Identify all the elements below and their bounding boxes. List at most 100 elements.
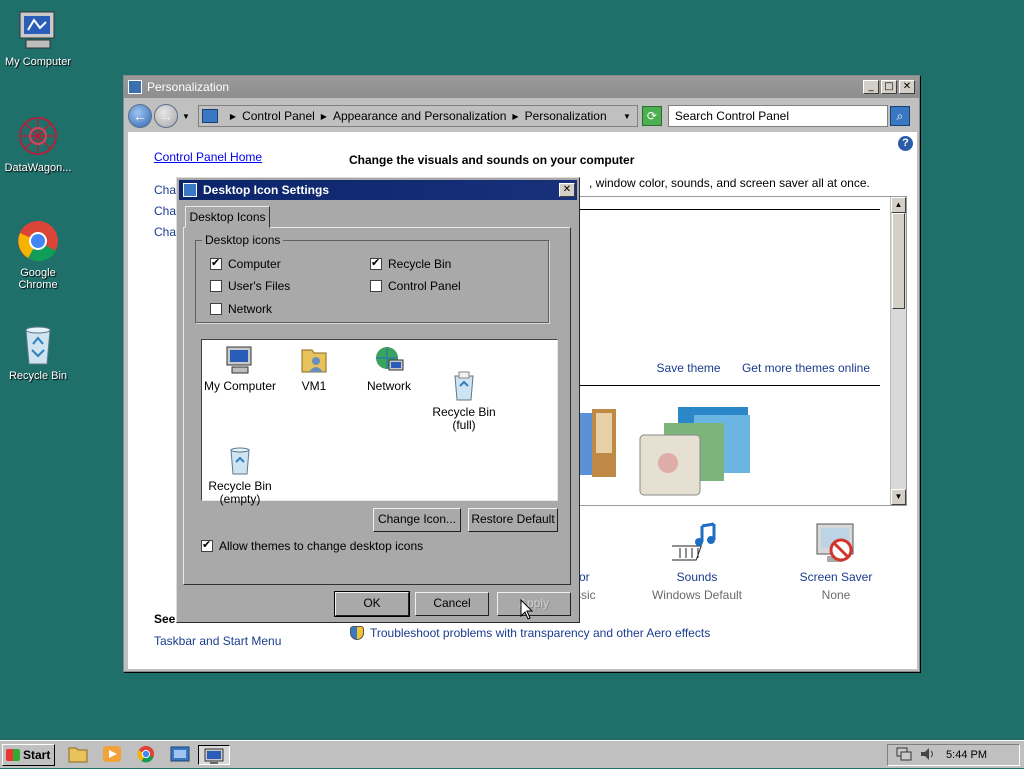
checkbox-allow-themes[interactable]: Allow themes to change desktop icons (201, 538, 424, 553)
datawagon-icon (16, 114, 60, 158)
checkbox-box[interactable] (201, 538, 213, 552)
chevron-right-icon[interactable]: ▶ (321, 112, 327, 121)
refresh-button[interactable]: ⟳ (641, 106, 662, 126)
theme-thumbnail[interactable] (578, 407, 618, 483)
item-name: Sounds (676, 570, 718, 584)
folder-icon (68, 747, 88, 763)
desktop-icon-label: DataWagon... (4, 162, 72, 174)
scroll-up-icon[interactable]: ▲ (891, 197, 906, 213)
troubleshoot-link[interactable]: Troubleshoot problems with transparency … (370, 626, 710, 640)
taskbar-start-menu-link[interactable]: Taskbar and Start Menu (154, 634, 281, 648)
checkbox-box[interactable] (370, 280, 382, 292)
dialog-close-button[interactable]: ✕ (559, 183, 575, 197)
close-button[interactable]: ✕ (899, 80, 915, 94)
search-button[interactable]: ⌕ (889, 106, 910, 126)
checkbox-label: Allow themes to change desktop icons (219, 539, 424, 553)
scroll-down-icon[interactable]: ▼ (891, 489, 906, 505)
window-titlebar[interactable]: Personalization _ □ ✕ (124, 76, 919, 98)
network-tray-icon[interactable] (896, 747, 912, 764)
checkbox-box[interactable] (370, 256, 382, 270)
mouse-cursor-icon (520, 599, 534, 620)
checkbox-label: Control Panel (388, 279, 461, 293)
computer-icon (16, 8, 60, 52)
list-item-label: My Computer (203, 379, 277, 393)
recycle-bin-full-icon (448, 357, 480, 401)
chevron-right-icon[interactable]: ▶ (230, 112, 236, 121)
desktop-icon-list[interactable]: My Computer VM1 Network Recycle Bin (ful… (201, 339, 558, 506)
item-value: Windows Default (651, 588, 743, 602)
search-input[interactable]: Search Control Panel (667, 105, 888, 127)
theme-thumbnail-selected[interactable] (638, 407, 758, 499)
checkbox-recycle-bin[interactable]: Recycle Bin (370, 256, 451, 271)
theme-scrollbar[interactable]: ▲ ▼ (890, 197, 906, 505)
desktop-icon-google-chrome[interactable]: Google Chrome (0, 219, 76, 291)
change-icon-button[interactable]: Change Icon... (373, 508, 461, 532)
checkbox-computer[interactable]: Computer (210, 256, 281, 271)
list-item-recycle-bin-full[interactable]: Recycle Bin (full) (426, 344, 502, 432)
chrome-taskbar-button[interactable] (136, 745, 158, 765)
desktop-icon-datawagon[interactable]: DataWagon... (0, 114, 76, 174)
address-dropdown-icon[interactable]: ▼ (623, 112, 631, 121)
breadcrumb-personalization[interactable]: Personalization (525, 109, 607, 123)
list-item-label: VM1 (301, 379, 327, 393)
recycle-bin-empty-icon (224, 431, 256, 475)
restore-default-button[interactable]: Restore Default (468, 508, 558, 532)
control-panel-taskbar-button[interactable] (170, 745, 192, 765)
volume-icon[interactable] (920, 747, 936, 764)
explorer-quicklaunch-button[interactable] (68, 745, 90, 765)
apply-button[interactable]: Apply (497, 592, 571, 616)
sounds-item[interactable]: Sounds Windows Default (642, 522, 752, 602)
address-bar[interactable]: ▶ Control Panel ▶ Appearance and Persona… (197, 105, 638, 127)
media-player-quicklaunch-button[interactable] (102, 745, 124, 765)
list-item-vm1[interactable]: VM1 (276, 344, 352, 393)
checkbox-box[interactable] (210, 280, 222, 292)
forward-button[interactable]: → (154, 104, 178, 128)
checkbox-users-files[interactable]: User's Files (210, 279, 290, 293)
control-panel-home-link[interactable]: Control Panel Home (154, 150, 262, 164)
checkbox-box[interactable] (210, 256, 222, 270)
cancel-button[interactable]: Cancel (415, 592, 489, 616)
help-icon[interactable]: ? (898, 136, 913, 151)
save-theme-link[interactable]: Save theme (657, 361, 721, 375)
scroll-thumb[interactable] (892, 213, 905, 309)
start-button[interactable]: Start (2, 744, 55, 766)
control-panel-icon (201, 109, 218, 123)
start-label: Start (23, 748, 51, 762)
clock[interactable]: 5:44 PM (946, 749, 987, 761)
group-label: Desktop icons (202, 233, 284, 247)
list-item-label: Recycle Bin (full) (432, 405, 496, 432)
minimize-button[interactable]: _ (863, 80, 879, 94)
media-player-icon (103, 746, 121, 762)
get-more-themes-link[interactable]: Get more themes online (742, 361, 870, 375)
list-item-my-computer[interactable]: My Computer (202, 344, 278, 393)
screen-saver-item[interactable]: Screen Saver None (781, 522, 891, 602)
checkbox-box[interactable] (210, 303, 222, 315)
history-dropdown-icon[interactable]: ▼ (182, 112, 190, 121)
desktop-icon-recycle-bin[interactable]: Recycle Bin (0, 322, 76, 382)
personalization-taskbar-button[interactable] (198, 745, 230, 765)
theme-links: Save theme Get more themes online (639, 361, 870, 375)
breadcrumb-appearance[interactable]: Appearance and Personalization (333, 109, 506, 123)
taskbar: Start 5:44 PM (0, 740, 1024, 768)
checkbox-network[interactable]: Network (210, 302, 272, 316)
checkbox-control-panel[interactable]: Control Panel (370, 279, 461, 293)
page-subtitle: , window color, sounds, and screen saver… (589, 176, 870, 190)
page-title: Change the visuals and sounds on your co… (349, 153, 635, 167)
breadcrumb-control-panel[interactable]: Control Panel (242, 109, 315, 123)
list-item-recycle-bin-empty[interactable]: Recycle Bin (empty) (202, 418, 278, 506)
list-item-label: Network (366, 379, 411, 393)
back-button[interactable]: ← (128, 104, 152, 128)
desktop-icon-label: Recycle Bin (8, 370, 68, 382)
dialog-titlebar[interactable]: Desktop Icon Settings ✕ (179, 180, 577, 200)
dialog-title: Desktop Icon Settings (203, 183, 330, 197)
troubleshoot-row[interactable]: Troubleshoot problems with transparency … (350, 626, 710, 640)
ok-button[interactable]: OK (334, 591, 410, 617)
windows-logo-icon (6, 749, 20, 761)
screen-saver-icon (781, 522, 891, 570)
list-item-network[interactable]: Network (351, 344, 427, 393)
desktop-icon-my-computer[interactable]: My Computer (0, 8, 76, 68)
tab-desktop-icons[interactable]: Desktop Icons (185, 206, 270, 228)
control-panel-icon (170, 746, 190, 762)
chevron-right-icon[interactable]: ▶ (512, 112, 518, 121)
maximize-button[interactable]: □ (881, 80, 897, 94)
